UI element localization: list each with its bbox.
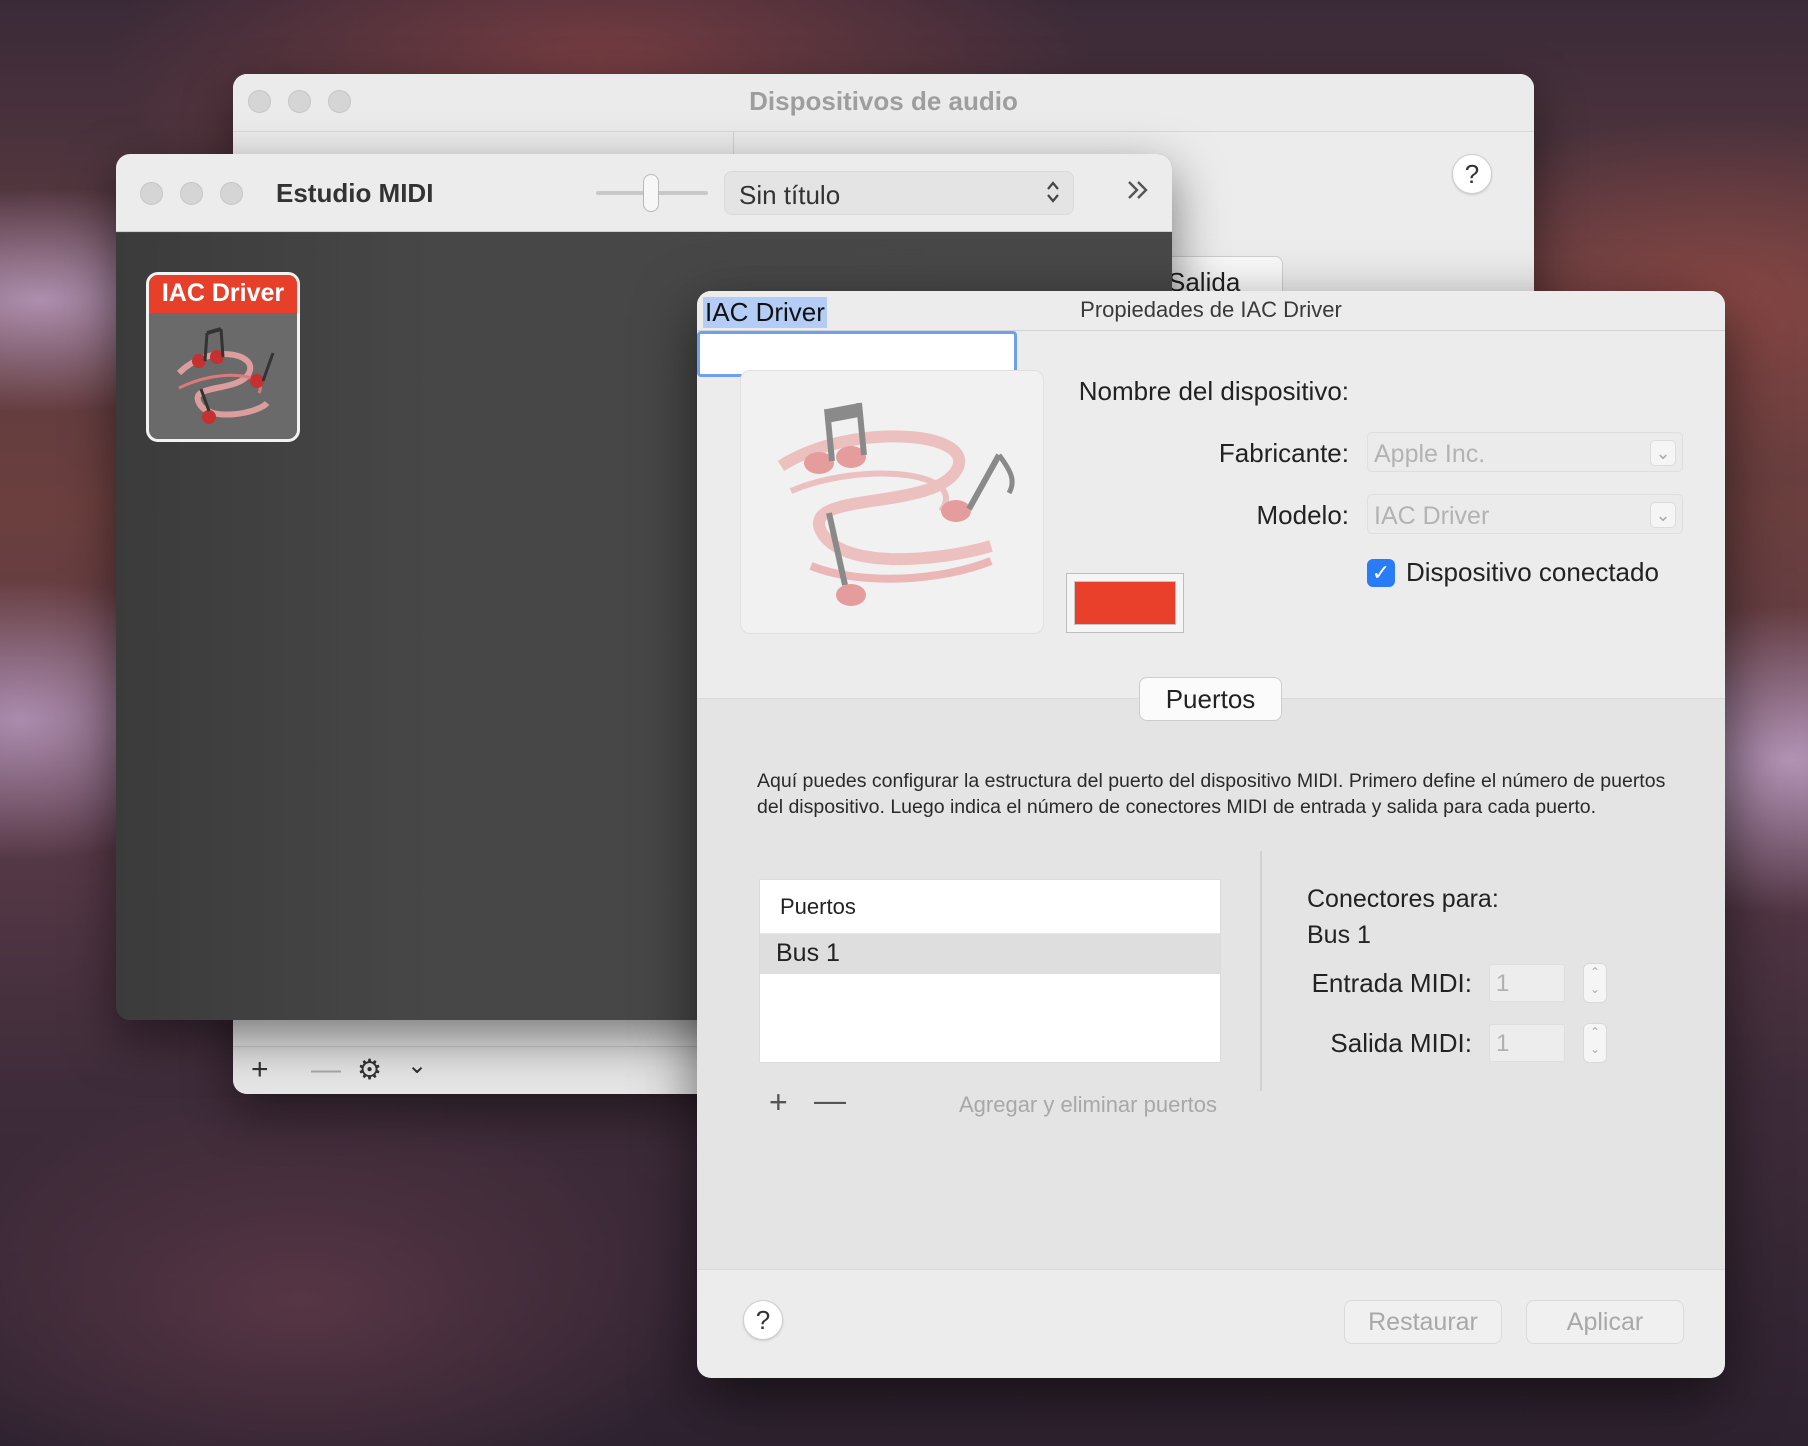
toolbar-overflow-button[interactable] (1125, 174, 1151, 211)
window-title: Dispositivos de audio (749, 86, 1018, 116)
connectors-for-label: Conectores para: (1307, 885, 1499, 913)
device-label: IAC Driver (149, 275, 297, 313)
device-name-label-text: Nombre del dispositivo: (1078, 376, 1349, 406)
manufacturer-value: Apple Inc. (1374, 440, 1486, 468)
apply-button[interactable]: Aplicar (1526, 1300, 1684, 1344)
gear-icon[interactable]: ⚙ (357, 1053, 382, 1086)
add-device-button[interactable]: + (251, 1053, 269, 1087)
device-connected-label: Dispositivo conectado (1406, 557, 1659, 587)
help-button[interactable]: ? (1452, 154, 1492, 194)
midi-in-label: Entrada MIDI: (1311, 968, 1472, 998)
audio-titlebar: Dispositivos de audio (233, 74, 1534, 132)
model-combo[interactable]: IAC Driver ⌄ (1367, 494, 1683, 534)
midi-out-label: Salida MIDI: (1330, 1028, 1472, 1058)
restore-button[interactable]: Restaurar (1344, 1300, 1502, 1344)
table-row[interactable]: Bus 1 (760, 934, 1220, 974)
ports-description: Aquí puedes configurar la estructura del… (757, 770, 1666, 818)
add-port-button[interactable]: + (769, 1084, 788, 1121)
help-button[interactable]: ? (743, 1300, 783, 1340)
model-label: Modelo: (1256, 500, 1350, 530)
connectors-port-name: Bus 1 (1307, 921, 1371, 949)
midi-out-stepper[interactable]: ⌃ ⌄ (1583, 1023, 1607, 1063)
midi-out-field[interactable]: 1 (1489, 1024, 1565, 1062)
device-color-well[interactable] (1066, 573, 1184, 633)
manufacturer-combo[interactable]: Apple Inc. ⌄ (1367, 432, 1683, 472)
chevron-down-icon[interactable]: ⌄ (1650, 440, 1676, 466)
midi-titlebar: Estudio MIDI Sin título (116, 154, 1172, 232)
slider-knob[interactable] (643, 174, 659, 212)
midi-notes-icon (176, 327, 275, 424)
configuration-value: Sin título (739, 180, 841, 210)
vertical-divider (1260, 851, 1262, 1091)
model-value: IAC Driver (1374, 502, 1490, 530)
manufacturer-label: Fabricante: (1218, 438, 1349, 468)
midi-in-field[interactable]: 1 (1489, 964, 1565, 1002)
device-connected-checkbox[interactable]: ✓ (1367, 559, 1395, 587)
close-button[interactable] (140, 182, 163, 205)
iac-driver-device[interactable]: IAC Driver (146, 272, 300, 442)
midi-window-controls (140, 182, 243, 205)
minimize-button[interactable] (180, 182, 203, 205)
window-title: Propiedades de IAC Driver (1080, 297, 1342, 322)
configuration-popup[interactable]: Sin título (724, 171, 1074, 215)
remove-port-button[interactable]: — (814, 1082, 846, 1119)
props-titlebar: Propiedades de IAC Driver (697, 291, 1725, 331)
midi-in-stepper[interactable]: ⌃ ⌄ (1583, 963, 1607, 1003)
window-title: Estudio MIDI (276, 178, 434, 208)
add-remove-ports-label: Agregar y eliminar puertos (958, 1092, 1217, 1117)
up-down-chevron-icon (1045, 178, 1061, 213)
chevron-down-icon[interactable]: ⌄ (1650, 502, 1676, 528)
iac-properties-window: Propiedades de IAC Driver Nombre del dis… (697, 291, 1725, 1378)
color-swatch (1074, 581, 1176, 625)
device-name-value: IAC Driver (703, 297, 827, 328)
chevron-down-icon[interactable]: ⌄ (407, 1051, 427, 1080)
ports-column-header[interactable]: Puertos (760, 880, 1220, 934)
tab-puertos[interactable]: Puertos (1139, 677, 1282, 721)
remove-device-button[interactable]: — (311, 1053, 341, 1087)
connectors-title: Conectores para: Bus 1 (1307, 881, 1499, 953)
ports-table[interactable]: Puertos Bus 1 (759, 879, 1221, 1063)
zoom-button[interactable] (220, 182, 243, 205)
